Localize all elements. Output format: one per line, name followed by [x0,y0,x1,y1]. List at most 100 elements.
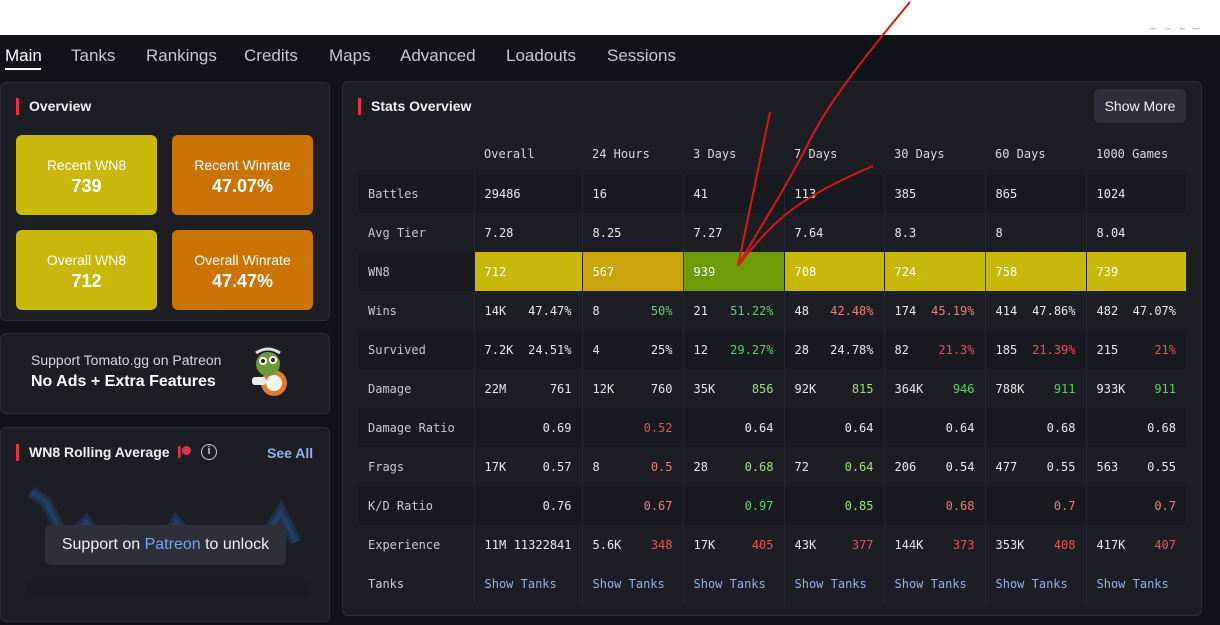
frags-avg: 0.55 [1046,459,1076,474]
frags-total: 72 [794,459,809,474]
damage-ratio-cell: 0.52 [581,408,683,447]
tab-tanks[interactable]: Tanks [71,46,115,66]
table-row-battles: Battles 29486 16 41 113 385 865 1024 [358,174,1186,213]
column-header[interactable]: 30 Days [884,134,985,174]
frags-avg: 0.68 [744,459,774,474]
tab-advanced[interactable]: Advanced [400,46,476,66]
exp-cell: 353K 408 [984,525,1086,564]
survived-count: 4 [592,342,600,357]
column-header[interactable]: Overall [474,134,582,174]
damage-ratio-cell: 0.68 [1085,408,1186,447]
wins-count: 21 [693,303,708,318]
tab-maps[interactable]: Maps [329,46,371,66]
damage-avg: 760 [650,381,673,396]
battles-cell: 16 [581,174,683,213]
exp-avg: 373 [952,537,975,552]
row-label: Frags [368,459,405,474]
show-more-button[interactable]: Show More [1094,89,1186,123]
wins-pct: 47.47% [528,303,572,318]
wins-pct: 47.86% [1032,303,1076,318]
exp-total: 5.6K [592,537,622,552]
survived-cell: 185 21.39% [984,330,1086,369]
see-all-link[interactable]: See All [267,445,313,461]
frags-avg: 0.64 [844,459,874,474]
show-tanks-link[interactable]: Show Tanks [984,564,1086,603]
recent-wn8-value: 739 [71,176,102,196]
overall-wn8-tile: Overall WN8 712 [16,230,157,310]
damage-total: 364K [894,381,924,396]
table-row-avg-tier: Avg Tier 7.28 8.25 7.27 7.64 8.3 8 8.04 [358,213,1186,252]
recent-winrate-label: Recent Winrate [194,157,291,173]
row-label: Survived [358,330,474,369]
damage-cell: 788K 911 [984,369,1086,408]
info-icon[interactable]: i [201,444,217,460]
survived-count: 185 [995,342,1018,357]
show-tanks-link[interactable]: Show Tanks [682,564,784,603]
exp-total: 144K [894,537,924,552]
tab-sessions[interactable]: Sessions [607,46,676,66]
column-header[interactable]: 3 Days [683,134,784,174]
row-label: Tanks [368,576,405,591]
overall-winrate-value: 47.47% [211,271,274,291]
frags-avg: 0.5 [650,459,673,474]
patreon-link[interactable]: Patreon [145,536,201,553]
battles-cell: 29486 [473,174,582,213]
exp-total: 11M [484,537,507,552]
frags-total: 8 [592,459,600,474]
frags-total: 17K [484,459,507,474]
overall-winrate-label: Overall Winrate [194,252,291,268]
frags-cell: 206 0.54 [883,447,985,486]
recent-wn8-label: Recent WN8 [46,157,127,173]
tab-credits[interactable]: Credits [244,46,298,66]
column-header[interactable]: 60 Days [985,134,1086,174]
table-header-row: Overall 24 Hours 3 Days 7 Days 30 Days 6… [358,134,1186,174]
damage-avg: 946 [952,381,975,396]
exp-cell: 43K 377 [783,525,884,564]
show-tanks-link[interactable]: Show Tanks [1085,564,1186,603]
show-tanks-link[interactable]: Show Tanks [581,564,683,603]
wn8-cell: 708 [783,252,884,291]
wins-count: 14K [484,303,507,318]
recent-winrate-value: 47.07% [211,176,274,196]
wins-pct: 47.07% [1132,303,1176,318]
unlock-banner[interactable]: Support on Patreon to unlock [45,525,286,565]
wn8-cell: 724 [883,252,985,291]
battles-cell: 1024 [1085,174,1186,213]
tab-loadouts[interactable]: Loadouts [506,46,576,66]
battles-cell: 865 [984,174,1086,213]
show-tanks-link[interactable]: Show Tanks [473,564,582,603]
damage-cell: 933K 911 [1085,369,1186,408]
recent-wn8-tile: Recent WN8 739 [16,135,157,215]
unlock-pre-text: Support on [61,536,145,553]
wn8-cell: 712 [473,252,582,291]
exp-avg: 407 [1154,537,1176,552]
column-header[interactable]: 1000 Games [1086,134,1186,174]
overview-title: Overview [16,98,91,115]
show-tanks-link[interactable]: Show Tanks [783,564,884,603]
column-header[interactable]: 24 Hours [582,134,683,174]
avg-tier-cell: 8.3 [883,213,985,252]
damage-cell: 35K 856 [682,369,784,408]
show-tanks-link[interactable]: Show Tanks [883,564,985,603]
exp-avg: 11322841 [513,537,572,552]
table-row-survived: Survived 7.2K 24.51% 4 25% 12 29.27% 28 24.7… [358,330,1186,369]
damage-avg: 815 [851,381,874,396]
frags-total: 563 [1096,459,1119,474]
table-row-damage-ratio: Damage Ratio 0.69 0.52 0.64 0.64 0.64 0.… [358,408,1186,447]
avg-tier-cell: 7.27 [682,213,784,252]
wins-cell: 8 50% [581,291,683,330]
exp-total: 17K [693,537,716,552]
column-header[interactable]: 7 Days [784,134,884,174]
patreon-features-text: No Ads + Extra Features [31,373,216,390]
tab-rankings[interactable]: Rankings [146,46,217,66]
frags-total: 477 [995,459,1018,474]
damage-total: 933K [1096,381,1126,396]
tab-main[interactable]: Main [5,46,42,66]
kd-cell: 0.85 [783,486,884,525]
frags-cell: 28 0.68 [682,447,784,486]
damage-cell: 12K 760 [581,369,683,408]
table-row-frags: Frags 17K 0.57 8 0.5 28 0.68 72 0.64 206 0.54… [358,447,1186,486]
damage-total: 92K [794,381,817,396]
survived-pct: 21.39% [1032,342,1076,357]
row-label: Damage Ratio [358,408,474,447]
